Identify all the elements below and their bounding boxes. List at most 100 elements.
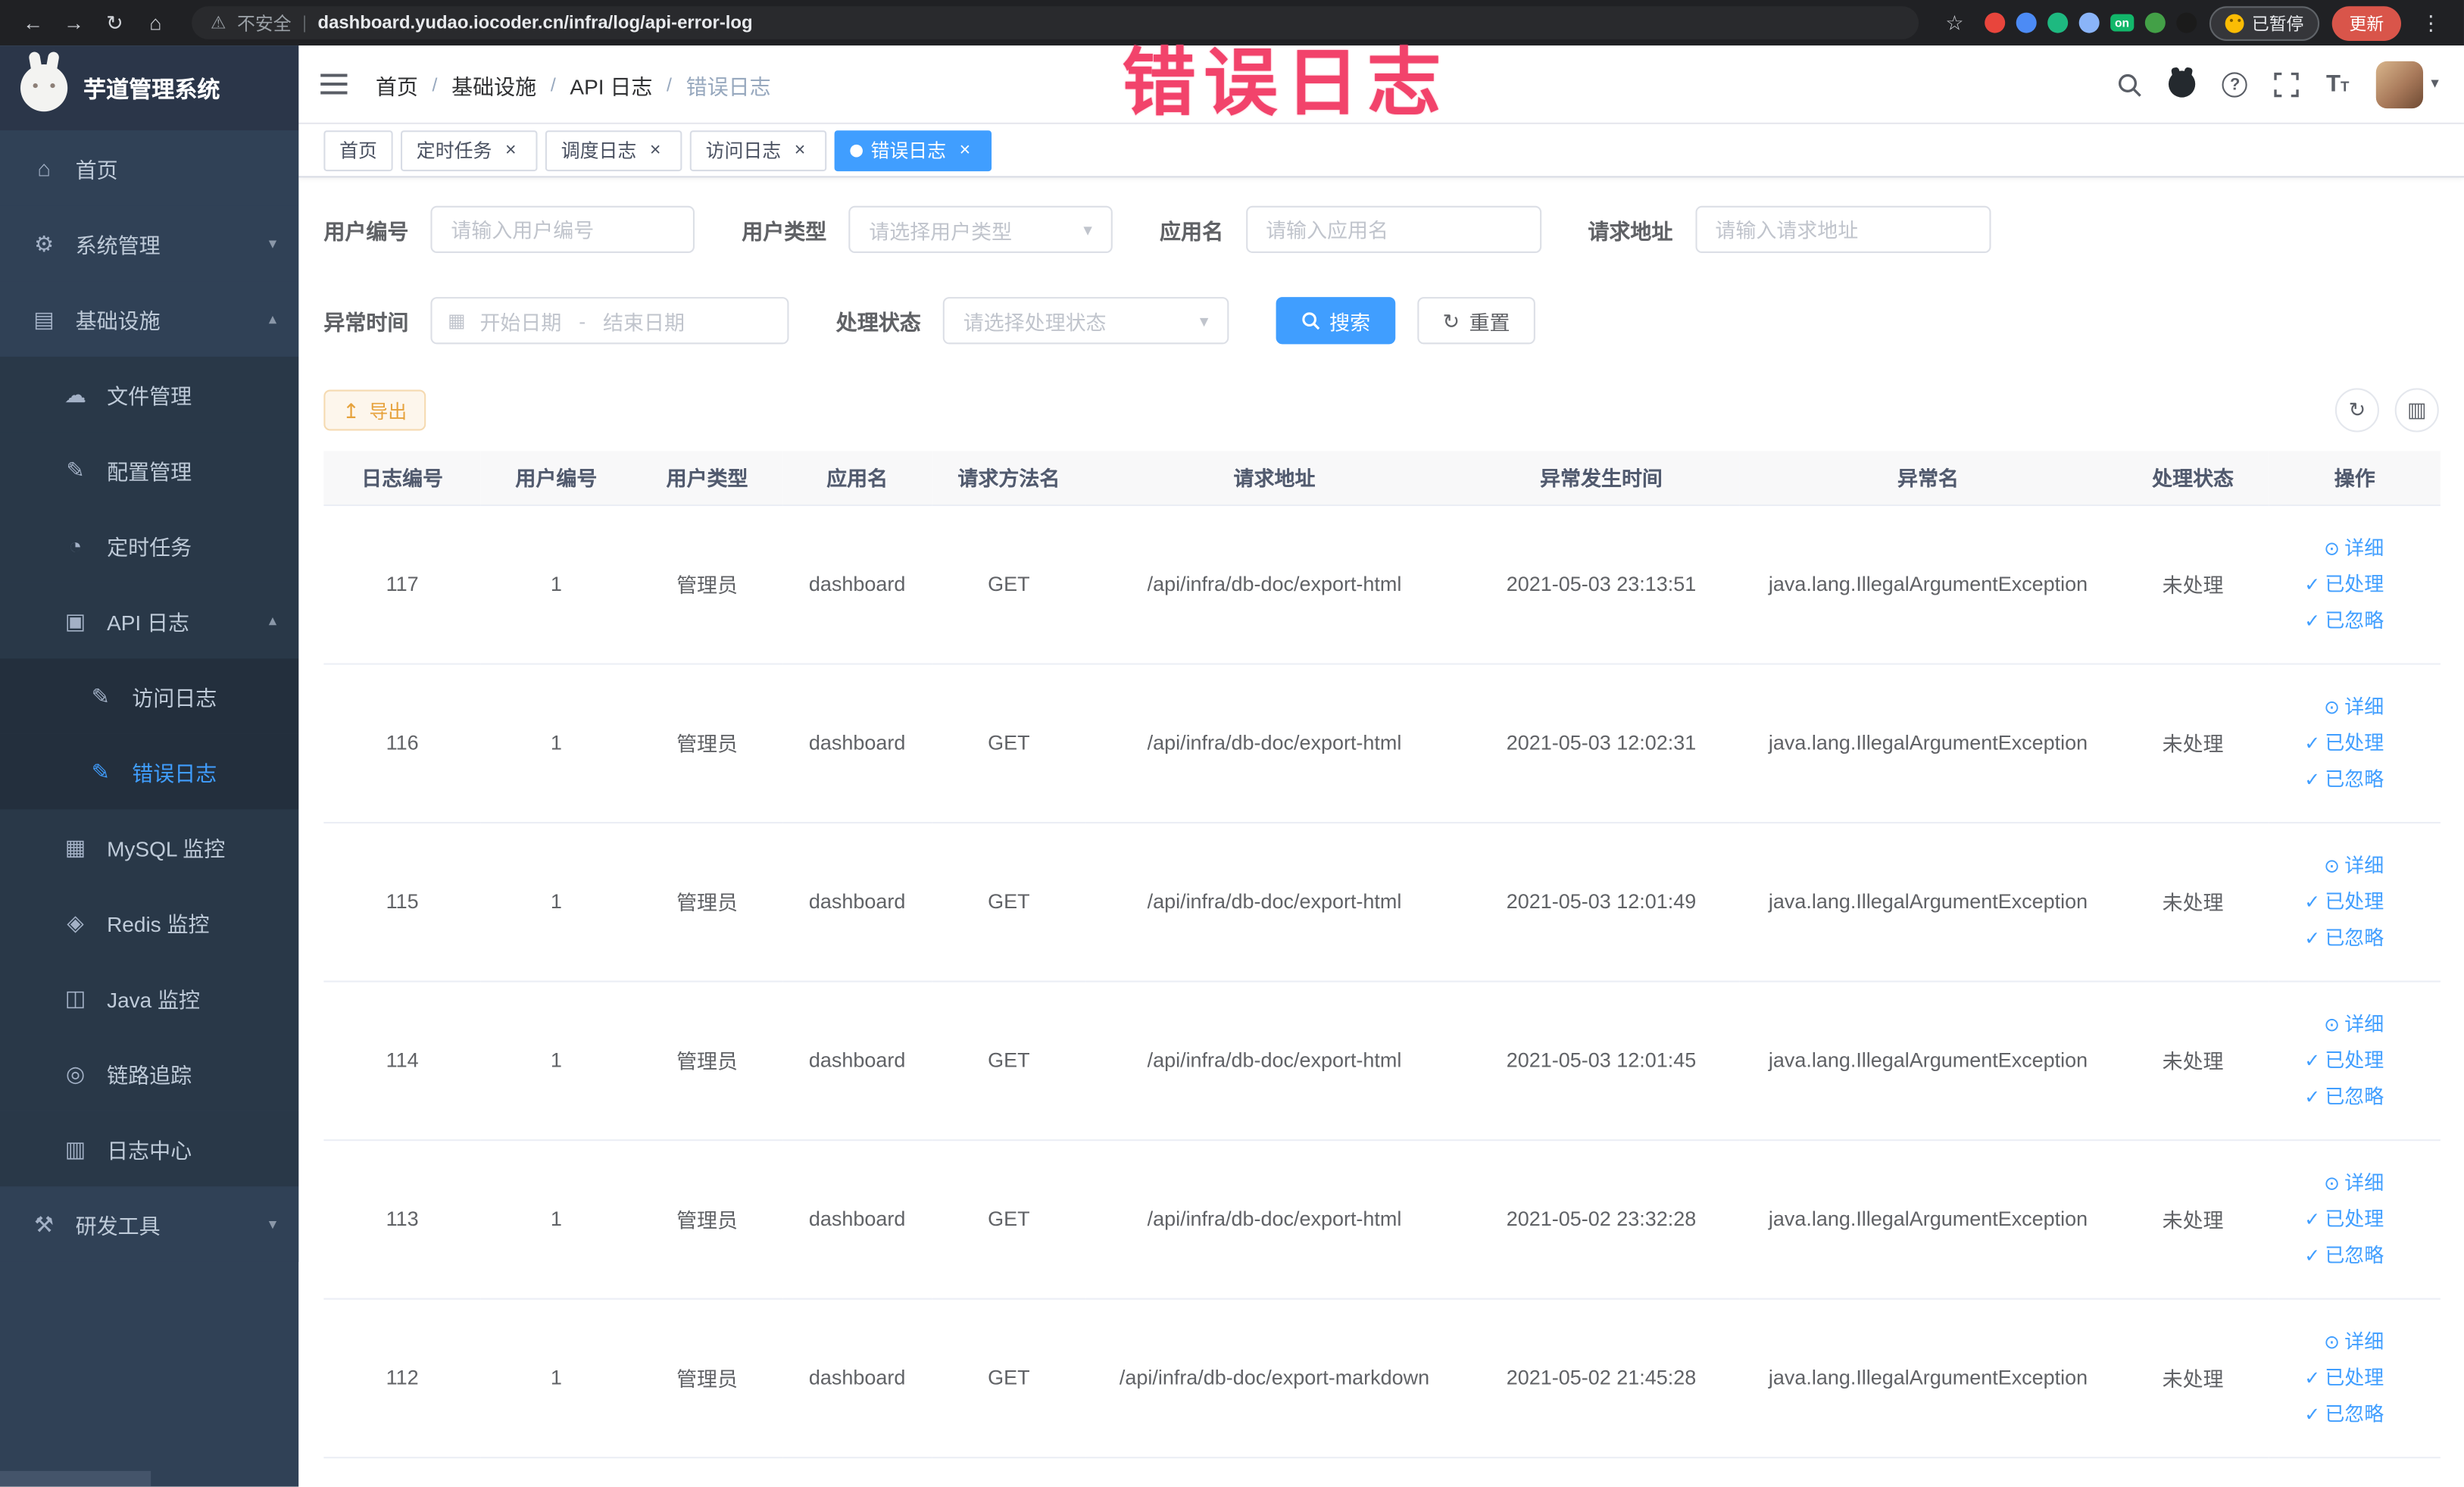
detail-link[interactable]: ⊙ 详细 <box>2324 532 2384 563</box>
tab-access-log[interactable]: 访问日志 × <box>689 130 827 171</box>
github-icon[interactable] <box>2169 70 2196 98</box>
sidebar-item-log-center[interactable]: ▥ 日志中心 <box>0 1111 299 1187</box>
eye-icon: ⊙ <box>2324 854 2341 876</box>
search-button[interactable]: 搜索 <box>1276 297 1396 345</box>
search-icon[interactable] <box>2117 71 2142 96</box>
browser-chrome: ← → ↻ ⌂ ⚠ 不安全 | dashboard.yudao.iocoder.… <box>0 0 2464 46</box>
font-size-icon[interactable]: TT <box>2326 72 2349 95</box>
paused-badge[interactable]: 已暂停 <box>2209 5 2320 40</box>
ignored-link[interactable]: ✓ 已忽略 <box>2304 763 2384 794</box>
detail-link[interactable]: ⊙ 详细 <box>2324 691 2384 722</box>
sidebar-item-access-log[interactable]: ✎ 访问日志 <box>0 658 299 734</box>
sidebar-item-scheduled-task[interactable]: ◔ 定时任务 <box>0 508 299 583</box>
end-date-placeholder: 结束日期 <box>603 310 685 334</box>
green-circle-extension-icon[interactable] <box>2047 12 2068 33</box>
sidebar-item-label: 日志中心 <box>107 1139 192 1164</box>
forward-icon[interactable]: → <box>57 11 92 35</box>
address-bar[interactable]: ⚠ 不安全 | dashboard.yudao.iocoder.cn/infra… <box>192 6 1919 39</box>
sidebar-item-java-monitor[interactable]: ◫ Java 监控 <box>0 960 299 1036</box>
table-row: 115 1 管理员 dashboard GET /api/infra/db-do… <box>323 822 2441 982</box>
sidebar-item-trace[interactable]: ◎ 链路追踪 <box>0 1036 299 1111</box>
reload-icon[interactable]: ↻ <box>98 10 133 35</box>
blue-extension-icon[interactable] <box>2016 12 2037 33</box>
processed-link[interactable]: ✓ 已处理 <box>2304 1362 2384 1393</box>
processed-link[interactable]: ✓ 已处理 <box>2304 1203 2384 1234</box>
sidebar-item-error-log[interactable]: ✎ 错误日志 <box>0 733 299 810</box>
app-name-label: 应用名 <box>1160 220 1224 244</box>
paw-extension-icon[interactable] <box>2176 12 2197 33</box>
fullscreen-icon[interactable] <box>2274 71 2300 97</box>
tab-schedule-log[interactable]: 调度日志 × <box>545 130 682 171</box>
app-name-input[interactable] <box>1245 205 1541 254</box>
close-icon[interactable]: × <box>645 139 667 161</box>
close-icon[interactable]: × <box>954 139 976 161</box>
help-icon[interactable]: ? <box>2222 71 2248 97</box>
sidebar-item-api-log[interactable]: ▣ API 日志 ▴ <box>0 583 299 659</box>
cell-user-id: 1 <box>480 1298 632 1458</box>
table-row: 116 1 管理员 dashboard GET /api/infra/db-do… <box>323 663 2441 823</box>
sidebar-item-mysql-monitor[interactable]: ▦ MySQL 监控 <box>0 809 299 885</box>
detail-link[interactable]: ⊙ 详细 <box>2324 1167 2384 1198</box>
processed-link[interactable]: ✓ 已处理 <box>2304 568 2384 599</box>
processed-link[interactable]: ✓ 已处理 <box>2304 1045 2384 1076</box>
sidebar-item-file-management[interactable]: ☁ 文件管理 <box>0 356 299 433</box>
range-separator: - <box>579 308 586 333</box>
ignored-link[interactable]: ✓ 已忽略 <box>2304 1080 2384 1111</box>
tab-scheduled-task[interactable]: 定时任务 × <box>401 130 538 171</box>
red-extension-icon[interactable] <box>1984 12 2005 33</box>
user-menu[interactable]: ▾ <box>2375 60 2439 108</box>
ignored-link[interactable]: ✓ 已忽略 <box>2304 922 2384 953</box>
cell-status: 未处理 <box>2116 1139 2269 1299</box>
tab-error-log[interactable]: 错误日志 × <box>834 130 992 171</box>
bookmark-star-icon[interactable]: ☆ <box>1938 10 1972 35</box>
exception-time-range[interactable]: ▦ 开始日期 - 结束日期 <box>430 297 789 345</box>
tags-view-bar: 首页 定时任务 × 调度日志 × 访问日志 × 错误日志 × <box>298 124 2464 178</box>
sidebar-item-infrastructure[interactable]: ▤ 基础设施 ▴ <box>0 281 299 357</box>
app-title: 芋道管理系统 <box>83 77 220 103</box>
leaf-extension-icon[interactable] <box>2144 12 2166 33</box>
breadcrumb-api-log[interactable]: API 日志 <box>570 68 652 99</box>
avatar[interactable] <box>2375 60 2423 108</box>
back-icon[interactable]: ← <box>16 11 51 35</box>
export-button[interactable]: ↥ 导出 <box>323 389 426 431</box>
user-id-input[interactable] <box>430 205 695 254</box>
processed-link[interactable]: ✓ 已处理 <box>2304 727 2384 758</box>
kebab-menu-icon[interactable]: ⋮ <box>2414 10 2449 35</box>
sidebar-item-config-management[interactable]: ✎ 配置管理 <box>0 432 299 508</box>
sidebar-item-home[interactable]: ⌂ 首页 <box>0 130 299 206</box>
detail-link[interactable]: ⊙ 详细 <box>2324 1326 2384 1357</box>
table-row: 114 1 管理员 dashboard GET /api/infra/db-do… <box>323 980 2441 1141</box>
sidebar-item-system-management[interactable]: ⚙ 系统管理 ▾ <box>0 205 299 282</box>
processed-link-label: 已处理 <box>2325 890 2384 913</box>
tab-home[interactable]: 首页 <box>323 130 393 171</box>
ignored-link[interactable]: ✓ 已忽略 <box>2304 1398 2384 1429</box>
hamburger-icon[interactable] <box>320 73 348 95</box>
sidebar-item-redis-monitor[interactable]: ◈ Redis 监控 <box>0 884 299 961</box>
browser-home-icon[interactable]: ⌂ <box>139 11 173 35</box>
breadcrumb-home[interactable]: 首页 <box>376 68 418 99</box>
sidebar-collapse-bar[interactable] <box>0 1470 151 1487</box>
update-button[interactable]: 更新 <box>2331 5 2401 40</box>
breadcrumb-infrastructure[interactable]: 基础设施 <box>451 68 536 99</box>
breadcrumb: 首页 / 基础设施 / API 日志 / 错误日志 <box>376 68 771 99</box>
close-icon[interactable]: × <box>500 139 522 161</box>
on-badge-extension-icon[interactable]: on <box>2110 14 2135 32</box>
ignored-link[interactable]: ✓ 已忽略 <box>2304 1239 2384 1270</box>
page-content: 用户编号 用户类型 请选择用户类型 ▾ 应用名 <box>298 177 2464 1486</box>
sidebar-item-dev-tools[interactable]: ⚒ 研发工具 ▾ <box>0 1186 299 1262</box>
cell-exception-time: 2021-05-03 23:13:51 <box>1463 504 1740 664</box>
grid-extension-icon[interactable] <box>2078 12 2100 33</box>
request-url-input[interactable] <box>1694 205 1991 254</box>
column-settings-button[interactable]: ▥ <box>2394 388 2439 433</box>
processed-link[interactable]: ✓ 已处理 <box>2304 886 2384 917</box>
close-icon[interactable]: × <box>789 139 811 161</box>
ignored-link[interactable]: ✓ 已忽略 <box>2304 604 2384 636</box>
refresh-table-button[interactable]: ↻ <box>2334 388 2379 433</box>
detail-link[interactable]: ⊙ 详细 <box>2324 849 2384 880</box>
detail-link[interactable]: ⊙ 详细 <box>2324 1008 2384 1039</box>
table-row: 117 1 管理员 dashboard GET /api/infra/db-do… <box>323 504 2441 664</box>
reset-button[interactable]: ↻ 重置 <box>1417 297 1535 345</box>
extension-icons: on <box>1984 12 2197 33</box>
user-type-select[interactable]: 请选择用户类型 ▾ <box>848 205 1113 254</box>
process-status-select[interactable]: 请选择处理状态 ▾ <box>942 297 1229 345</box>
